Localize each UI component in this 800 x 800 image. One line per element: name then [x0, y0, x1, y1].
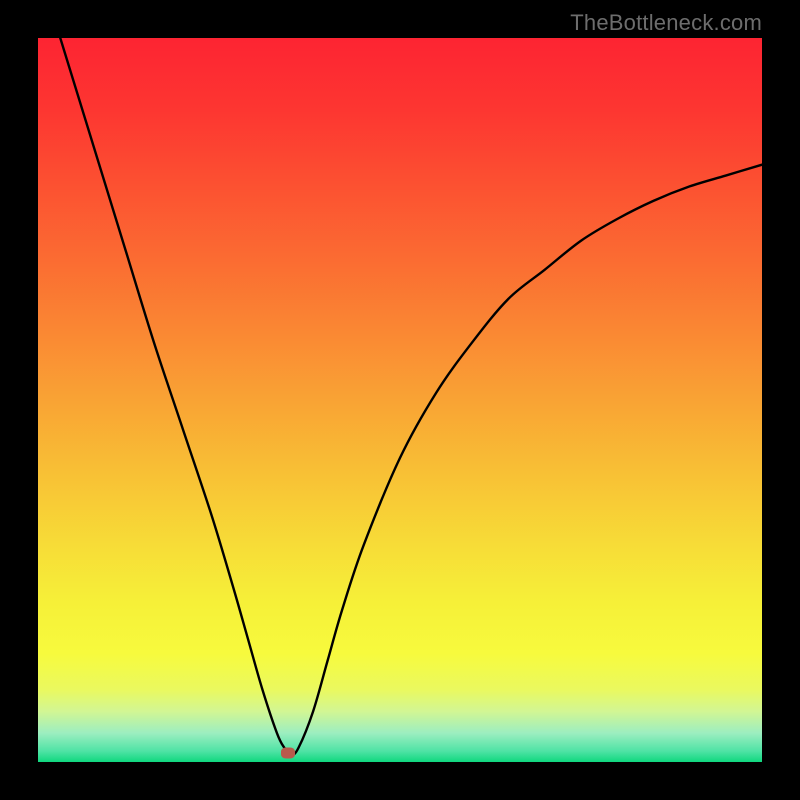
plot-area [38, 38, 762, 762]
min-marker-dot [281, 748, 295, 759]
bottleneck-curve [38, 38, 762, 762]
watermark-text: TheBottleneck.com [570, 10, 762, 36]
chart-frame: TheBottleneck.com [0, 0, 800, 800]
